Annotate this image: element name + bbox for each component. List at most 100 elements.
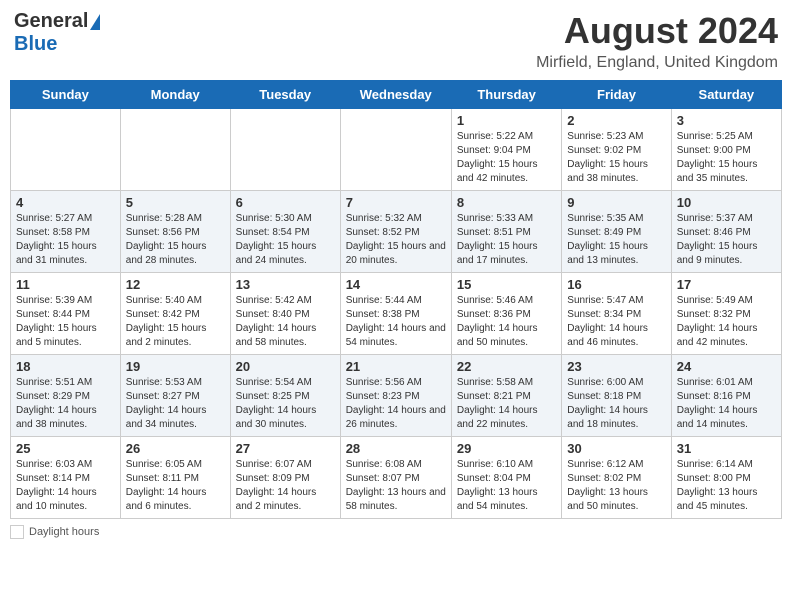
- calendar-cell: 1 Sunrise: 5:22 AM Sunset: 9:04 PM Daylig…: [451, 109, 561, 191]
- weekday-header-friday: Friday: [562, 81, 671, 109]
- day-info: Sunrise: 6:08 AM Sunset: 8:07 PM Dayligh…: [346, 458, 446, 514]
- calendar-cell: 17 Sunrise: 5:49 AM Sunset: 8:32 PM Dayli…: [671, 273, 781, 355]
- day-number: 5: [126, 195, 225, 210]
- day-number: 3: [677, 113, 776, 128]
- day-info: Sunrise: 6:14 AM Sunset: 8:00 PM Dayligh…: [677, 458, 776, 514]
- day-info: Sunrise: 5:25 AM Sunset: 9:00 PM Dayligh…: [677, 130, 776, 186]
- calendar-cell: 27 Sunrise: 6:07 AM Sunset: 8:09 PM Dayli…: [230, 437, 340, 519]
- calendar-week-row: 4Sunrise: 5:27 AM Sunset: 8:58 PM Daylig…: [11, 191, 782, 273]
- calendar-week-row: 1 Sunrise: 5:22 AM Sunset: 9:04 PM Daylig…: [11, 109, 782, 191]
- calendar-cell: [340, 109, 451, 191]
- calendar-cell: 10 Sunrise: 5:37 AM Sunset: 8:46 PM Dayli…: [671, 191, 781, 273]
- day-number: 11: [16, 277, 115, 292]
- calendar-cell: 21Sunrise: 5:56 AM Sunset: 8:23 PM Dayli…: [340, 355, 451, 437]
- day-info: Sunrise: 5:47 AM Sunset: 8:34 PM Dayligh…: [567, 294, 665, 350]
- day-info: Sunrise: 5:28 AM Sunset: 8:56 PM Dayligh…: [126, 212, 225, 268]
- month-year-title: August 2024: [536, 10, 778, 52]
- day-info: Sunrise: 5:32 AM Sunset: 8:52 PM Dayligh…: [346, 212, 446, 268]
- calendar-cell: 3 Sunrise: 5:25 AM Sunset: 9:00 PM Daylig…: [671, 109, 781, 191]
- calendar-cell: 15Sunrise: 5:46 AM Sunset: 8:36 PM Dayli…: [451, 273, 561, 355]
- weekday-header-wednesday: Wednesday: [340, 81, 451, 109]
- day-number: 4: [16, 195, 115, 210]
- day-number: 19: [126, 359, 225, 374]
- day-info: Sunrise: 5:35 AM Sunset: 8:49 PM Dayligh…: [567, 212, 665, 268]
- calendar-cell: 11 Sunrise: 5:39 AM Sunset: 8:44 PM Dayli…: [11, 273, 121, 355]
- calendar-cell: 14 Sunrise: 5:44 AM Sunset: 8:38 PM Dayli…: [340, 273, 451, 355]
- calendar-cell: 12 Sunrise: 5:40 AM Sunset: 8:42 PM Dayli…: [120, 273, 230, 355]
- day-number: 31: [677, 441, 776, 456]
- logo-triangle-icon: [90, 14, 100, 30]
- day-number: 28: [346, 441, 446, 456]
- calendar-cell: 19Sunrise: 5:53 AM Sunset: 8:27 PM Dayli…: [120, 355, 230, 437]
- day-number: 23: [567, 359, 665, 374]
- logo: General Blue: [14, 10, 100, 56]
- day-info: Sunrise: 6:01 AM Sunset: 8:16 PM Dayligh…: [677, 376, 776, 432]
- calendar-cell: 22 Sunrise: 5:58 AM Sunset: 8:21 PM Dayli…: [451, 355, 561, 437]
- day-number: 13: [236, 277, 335, 292]
- weekday-header-sunday: Sunday: [11, 81, 121, 109]
- day-number: 2: [567, 113, 665, 128]
- day-number: 9: [567, 195, 665, 210]
- calendar-week-row: 11 Sunrise: 5:39 AM Sunset: 8:44 PM Dayli…: [11, 273, 782, 355]
- day-info: Sunrise: 5:44 AM Sunset: 8:38 PM Dayligh…: [346, 294, 446, 350]
- weekday-header-row: SundayMondayTuesdayWednesdayThursdayFrid…: [11, 81, 782, 109]
- day-number: 14: [346, 277, 446, 292]
- day-info: Sunrise: 5:30 AM Sunset: 8:54 PM Dayligh…: [236, 212, 335, 268]
- calendar-cell: 13Sunrise: 5:42 AM Sunset: 8:40 PM Dayli…: [230, 273, 340, 355]
- day-number: 22: [457, 359, 556, 374]
- calendar-cell: 23Sunrise: 6:00 AM Sunset: 8:18 PM Dayli…: [562, 355, 671, 437]
- day-number: 30: [567, 441, 665, 456]
- day-number: 25: [16, 441, 115, 456]
- day-number: 10: [677, 195, 776, 210]
- day-info: Sunrise: 6:07 AM Sunset: 8:09 PM Dayligh…: [236, 458, 335, 514]
- weekday-header-monday: Monday: [120, 81, 230, 109]
- daylight-label: Daylight hours: [29, 526, 99, 538]
- title-area: August 2024 Mirfield, England, United Ki…: [536, 10, 778, 72]
- day-info: Sunrise: 5:49 AM Sunset: 8:32 PM Dayligh…: [677, 294, 776, 350]
- day-info: Sunrise: 5:56 AM Sunset: 8:23 PM Dayligh…: [346, 376, 446, 432]
- day-info: Sunrise: 6:03 AM Sunset: 8:14 PM Dayligh…: [16, 458, 115, 514]
- day-info: Sunrise: 5:37 AM Sunset: 8:46 PM Dayligh…: [677, 212, 776, 268]
- day-info: Sunrise: 5:40 AM Sunset: 8:42 PM Dayligh…: [126, 294, 225, 350]
- day-info: Sunrise: 5:58 AM Sunset: 8:21 PM Dayligh…: [457, 376, 556, 432]
- day-number: 29: [457, 441, 556, 456]
- day-info: Sunrise: 6:10 AM Sunset: 8:04 PM Dayligh…: [457, 458, 556, 514]
- calendar-cell: 26Sunrise: 6:05 AM Sunset: 8:11 PM Dayli…: [120, 437, 230, 519]
- calendar-cell: 6 Sunrise: 5:30 AM Sunset: 8:54 PM Daylig…: [230, 191, 340, 273]
- calendar-cell: 8Sunrise: 5:33 AM Sunset: 8:51 PM Daylig…: [451, 191, 561, 273]
- calendar-cell: 20 Sunrise: 5:54 AM Sunset: 8:25 PM Dayli…: [230, 355, 340, 437]
- day-number: 27: [236, 441, 335, 456]
- footer: Daylight hours: [10, 525, 782, 539]
- logo-general-text: General: [14, 10, 88, 33]
- location-subtitle: Mirfield, England, United Kingdom: [536, 54, 778, 72]
- day-info: Sunrise: 5:33 AM Sunset: 8:51 PM Dayligh…: [457, 212, 556, 268]
- day-info: Sunrise: 5:54 AM Sunset: 8:25 PM Dayligh…: [236, 376, 335, 432]
- day-number: 6: [236, 195, 335, 210]
- calendar-cell: 7Sunrise: 5:32 AM Sunset: 8:52 PM Daylig…: [340, 191, 451, 273]
- calendar-cell: [120, 109, 230, 191]
- day-number: 15: [457, 277, 556, 292]
- day-info: Sunrise: 6:12 AM Sunset: 8:02 PM Dayligh…: [567, 458, 665, 514]
- calendar-cell: 16 Sunrise: 5:47 AM Sunset: 8:34 PM Dayli…: [562, 273, 671, 355]
- calendar-cell: 9 Sunrise: 5:35 AM Sunset: 8:49 PM Daylig…: [562, 191, 671, 273]
- day-info: Sunrise: 5:22 AM Sunset: 9:04 PM Dayligh…: [457, 130, 556, 186]
- weekday-header-tuesday: Tuesday: [230, 81, 340, 109]
- day-number: 1: [457, 113, 556, 128]
- weekday-header-saturday: Saturday: [671, 81, 781, 109]
- day-number: 26: [126, 441, 225, 456]
- day-info: Sunrise: 5:39 AM Sunset: 8:44 PM Dayligh…: [16, 294, 115, 350]
- day-number: 16: [567, 277, 665, 292]
- calendar-cell: 29 Sunrise: 6:10 AM Sunset: 8:04 PM Dayli…: [451, 437, 561, 519]
- calendar-cell: 24 Sunrise: 6:01 AM Sunset: 8:16 PM Dayli…: [671, 355, 781, 437]
- page-header: General Blue August 2024 Mirfield, Engla…: [10, 10, 782, 72]
- day-number: 24: [677, 359, 776, 374]
- day-number: 17: [677, 277, 776, 292]
- logo-blue-text: Blue: [14, 33, 57, 55]
- calendar-cell: [11, 109, 121, 191]
- day-info: Sunrise: 5:51 AM Sunset: 8:29 PM Dayligh…: [16, 376, 115, 432]
- day-number: 20: [236, 359, 335, 374]
- day-number: 12: [126, 277, 225, 292]
- calendar-cell: 31 Sunrise: 6:14 AM Sunset: 8:00 PM Dayli…: [671, 437, 781, 519]
- calendar-cell: 5 Sunrise: 5:28 AM Sunset: 8:56 PM Daylig…: [120, 191, 230, 273]
- calendar-cell: [230, 109, 340, 191]
